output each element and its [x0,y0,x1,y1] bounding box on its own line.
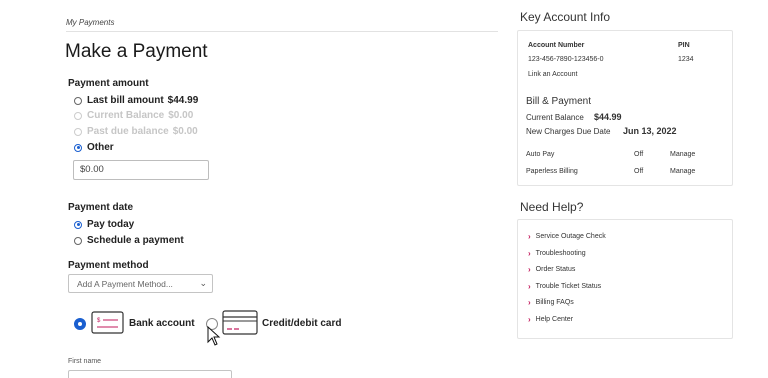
paperless-status: Off [634,168,644,175]
amount-option-value: $0.00 [168,110,194,121]
autopay-label: Auto Pay [526,151,555,158]
chevron-down-icon: ⌄ [199,278,207,288]
amount-option-label: Last bill amount [87,95,164,106]
help-link-label: Troubleshooting [535,250,586,257]
credit-card-label[interactable]: Credit/debit card [262,318,341,329]
pin-label: PIN [678,42,690,49]
amount-option-other[interactable]: Other [74,142,114,153]
payment-amount-label: Payment amount [68,78,149,89]
help-link-label: Help Center [535,316,574,323]
key-account-heading: Key Account Info [520,10,611,24]
current-balance-value: $44.99 [594,112,622,122]
other-amount-input[interactable]: $0.00 [73,160,209,180]
chevron-right-icon: › [528,232,531,241]
bank-check-icon: $ [91,311,124,334]
need-help-card: › Service Outage Check › Troubleshooting ›… [517,219,733,339]
help-link-label: Service Outage Check [535,233,606,240]
first-name-input[interactable] [68,370,232,378]
mouse-cursor-icon [207,326,221,346]
autopay-status: Off [634,151,644,158]
bank-account-radio[interactable] [74,318,86,330]
divider [66,31,498,32]
chevron-right-icon: › [528,249,531,258]
chevron-right-icon: › [528,265,531,274]
payment-method-select[interactable]: Add A Payment Method... ⌄ [68,274,213,293]
need-help-heading: Need Help? [520,200,584,214]
date-option-label: Schedule a payment [87,235,184,246]
radio-button [74,127,82,136]
due-date-value: Jun 13, 2022 [623,126,677,136]
help-link-service-outage[interactable]: › Service Outage Check [528,232,606,241]
page-title: Make a Payment [65,41,208,62]
breadcrumb[interactable]: My Payments [66,18,114,27]
amount-option-value: $44.99 [167,95,199,106]
payment-date-label: Payment date [68,202,134,213]
help-link-help-center[interactable]: › Help Center [528,315,573,324]
pin-value: 1234 [678,56,694,63]
help-link-label: Order Status [535,266,576,273]
date-option-pay-today[interactable]: Pay today [74,219,134,230]
bank-account-label[interactable]: Bank account [129,318,195,329]
help-link-troubleshooting[interactable]: › Troubleshooting [528,249,586,258]
help-link-order-status[interactable]: › Order Status [528,265,575,274]
help-link-trouble-ticket[interactable]: › Trouble Ticket Status [528,282,601,291]
link-account-link[interactable]: Link an Account [528,71,577,78]
amount-option-past-due: Past due balance $0.00 [74,126,198,137]
account-number-value: 123-456-7890-123456-0 [528,56,604,63]
select-value: Add A Payment Method... [77,279,173,289]
account-number-label: Account Number [528,42,585,49]
amount-option-label: Other [87,142,114,153]
first-name-label: First name [68,358,102,365]
chevron-right-icon: › [528,315,531,324]
radio-button[interactable] [74,143,82,152]
date-option-label: Pay today [87,219,135,230]
autopay-manage-link[interactable]: Manage [670,151,695,158]
chevron-right-icon: › [528,298,531,307]
current-balance-label: Current Balance [526,113,584,122]
amount-option-value: $0.00 [172,126,198,137]
amount-option-last-bill[interactable]: Last bill amount $44.99 [74,95,198,106]
paperless-manage-link[interactable]: Manage [670,168,695,175]
help-link-label: Billing FAQs [535,299,574,306]
bill-payment-heading: Bill & Payment [526,96,592,107]
radio-button[interactable] [74,96,82,105]
radio-button [74,111,82,120]
radio-button[interactable] [74,220,82,229]
amount-option-current-balance: Current Balance $0.00 [74,110,193,121]
paperless-label: Paperless Billing [526,168,578,175]
amount-option-label: Current Balance [87,110,165,121]
due-date-label: New Charges Due Date [526,127,611,136]
help-link-label: Trouble Ticket Status [535,283,602,290]
chevron-right-icon: › [528,282,531,291]
payment-method-label: Payment method [68,260,149,271]
radio-button[interactable] [74,236,82,245]
credit-card-icon [222,310,258,335]
key-account-card: Account Number PIN 123-456-7890-123456-0… [517,30,733,186]
help-link-billing-faqs[interactable]: › Billing FAQs [528,298,574,307]
date-option-schedule[interactable]: Schedule a payment [74,235,184,246]
amount-option-label: Past due balance [87,126,169,137]
